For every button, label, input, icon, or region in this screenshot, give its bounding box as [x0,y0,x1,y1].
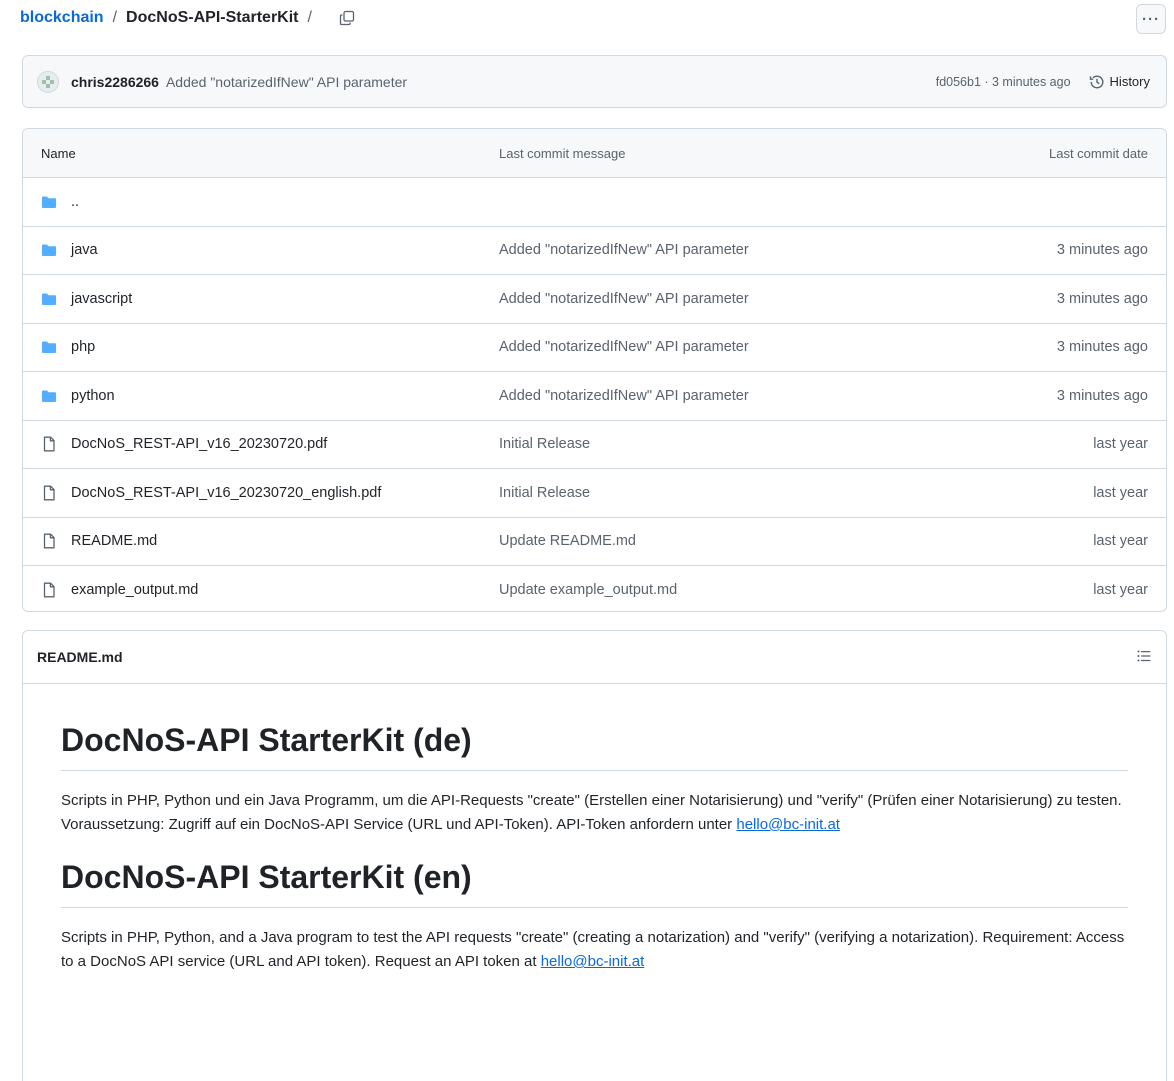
file-name-link[interactable]: php [71,339,95,355]
breadcrumb: blockchain / DocNoS-API-StarterKit / [20,6,359,30]
commit-meta: fd056b1 · 3 minutes ago History [936,74,1150,90]
file-name-link[interactable]: DocNoS_REST-API_v16_20230720.pdf [71,436,327,452]
file-name-link[interactable]: example_output.md [71,582,198,598]
readme-heading-de: DocNoS-API StarterKit (de) [61,720,1128,771]
table-row[interactable]: DocNoS_REST-API_v16_20230720.pdf Initial … [23,421,1166,469]
file-name-link[interactable]: README.md [71,533,157,549]
readme-panel: README.md DocNoS-API StarterKit (de) Scr… [22,630,1167,1081]
history-icon [1089,75,1104,88]
email-link-en[interactable]: hello@bc-init.at [541,953,645,970]
commit-message-link[interactable]: Update README.md [499,533,928,549]
folder-icon [41,242,57,258]
commit-message-link[interactable]: Added "notarizedIfNew" API parameter [499,291,928,307]
commit-date: last year [1093,582,1148,599]
history-button[interactable]: History [1089,74,1150,90]
commit-date: 3 minutes ago [1056,242,1148,259]
table-row[interactable]: DocNoS_REST-API_v16_20230720_english.pdf… [23,469,1166,518]
commit-message-link[interactable]: Added "notarizedIfNew" API parameter [499,388,928,404]
table-header: Name Last commit message Last commit dat… [23,129,1166,178]
file-table: Name Last commit message Last commit dat… [22,128,1167,612]
copy-path-button[interactable] [335,6,359,30]
parent-directory-link[interactable]: .. [71,194,79,210]
folder-icon [41,194,57,210]
commit-message-link[interactable]: Initial Release [499,485,928,501]
file-name-link[interactable]: python [71,388,115,404]
readme-content: DocNoS-API StarterKit (de) Scripts in PH… [23,684,1166,974]
readme-paragraph-de: Scripts in PHP, Python und ein Java Prog… [61,789,1128,837]
avatar[interactable] [37,70,59,93]
file-icon [41,533,57,549]
copy-icon [339,10,355,26]
file-name-link[interactable]: javascript [71,291,132,307]
commit-date: 3 minutes ago [1056,290,1148,307]
header-last-commit-date: Last commit date [1049,145,1148,161]
table-row[interactable]: javascript Added "notarizedIfNew" API par… [23,275,1166,324]
commit-message-link[interactable]: Added "notarizedIfNew" API parameter [499,242,928,258]
file-icon [41,436,57,452]
file-icon [41,582,57,598]
readme-paragraph-de-text: Scripts in PHP, Python und ein Java Prog… [61,792,1122,833]
readme-paragraph-en: Scripts in PHP, Python, and a Java progr… [61,926,1128,974]
breadcrumb-separator: / [112,9,118,26]
commit-date: 3 minutes ago [1056,339,1148,356]
readme-filename[interactable]: README.md [37,649,123,665]
folder-icon [41,291,57,307]
table-row[interactable]: python Added "notarizedIfNew" API paramet… [23,372,1166,421]
breadcrumb-repo-link[interactable]: blockchain [20,9,104,27]
commit-message-link[interactable]: Added "notarizedIfNew" API parameter [499,339,928,355]
readme-header: README.md [23,631,1166,684]
table-row[interactable]: php Added "notarizedIfNew" API parameter 3… [23,324,1166,372]
breadcrumb-trailing-separator: / [307,9,312,26]
commit-message-link[interactable]: Initial Release [499,436,928,452]
more-options-button[interactable]: ··· [1136,4,1166,34]
readme-heading-en: DocNoS-API StarterKit (en) [61,857,1128,908]
commit-date: last year [1093,533,1148,550]
header-last-commit-message: Last commit message [499,145,626,161]
header-name: Name [41,145,76,161]
list-icon[interactable] [1136,648,1152,667]
folder-icon [41,388,57,404]
commit-date: last year [1093,436,1148,453]
file-name-link[interactable]: DocNoS_REST-API_v16_20230720_english.pdf [71,485,381,501]
table-row[interactable]: java Added "notarizedIfNew" API parameter… [23,227,1166,275]
commit-author-link[interactable]: chris2286266 [71,74,159,90]
commit-date: last year [1093,484,1148,501]
email-link-de[interactable]: hello@bc-init.at [736,816,840,833]
folder-icon [41,339,57,355]
commit-sha-link[interactable]: fd056b1 · 3 minutes ago [936,75,1071,89]
file-icon [41,485,57,501]
history-label: History [1109,74,1150,89]
commit-date: 3 minutes ago [1056,387,1148,404]
file-name-link[interactable]: java [71,242,98,258]
latest-commit-bar: chris2286266 Added "notarizedIfNew" API … [22,55,1167,108]
commit-message-link[interactable]: Added "notarizedIfNew" API parameter [166,74,407,90]
commit-message-link[interactable]: Update example_output.md [499,582,928,598]
table-row[interactable]: example_output.md Update example_output.m… [23,566,1166,611]
parent-directory-row[interactable]: .. [23,178,1166,227]
breadcrumb-current-folder: DocNoS-API-StarterKit [126,9,299,26]
table-row[interactable]: README.md Update README.md last year [23,518,1166,566]
